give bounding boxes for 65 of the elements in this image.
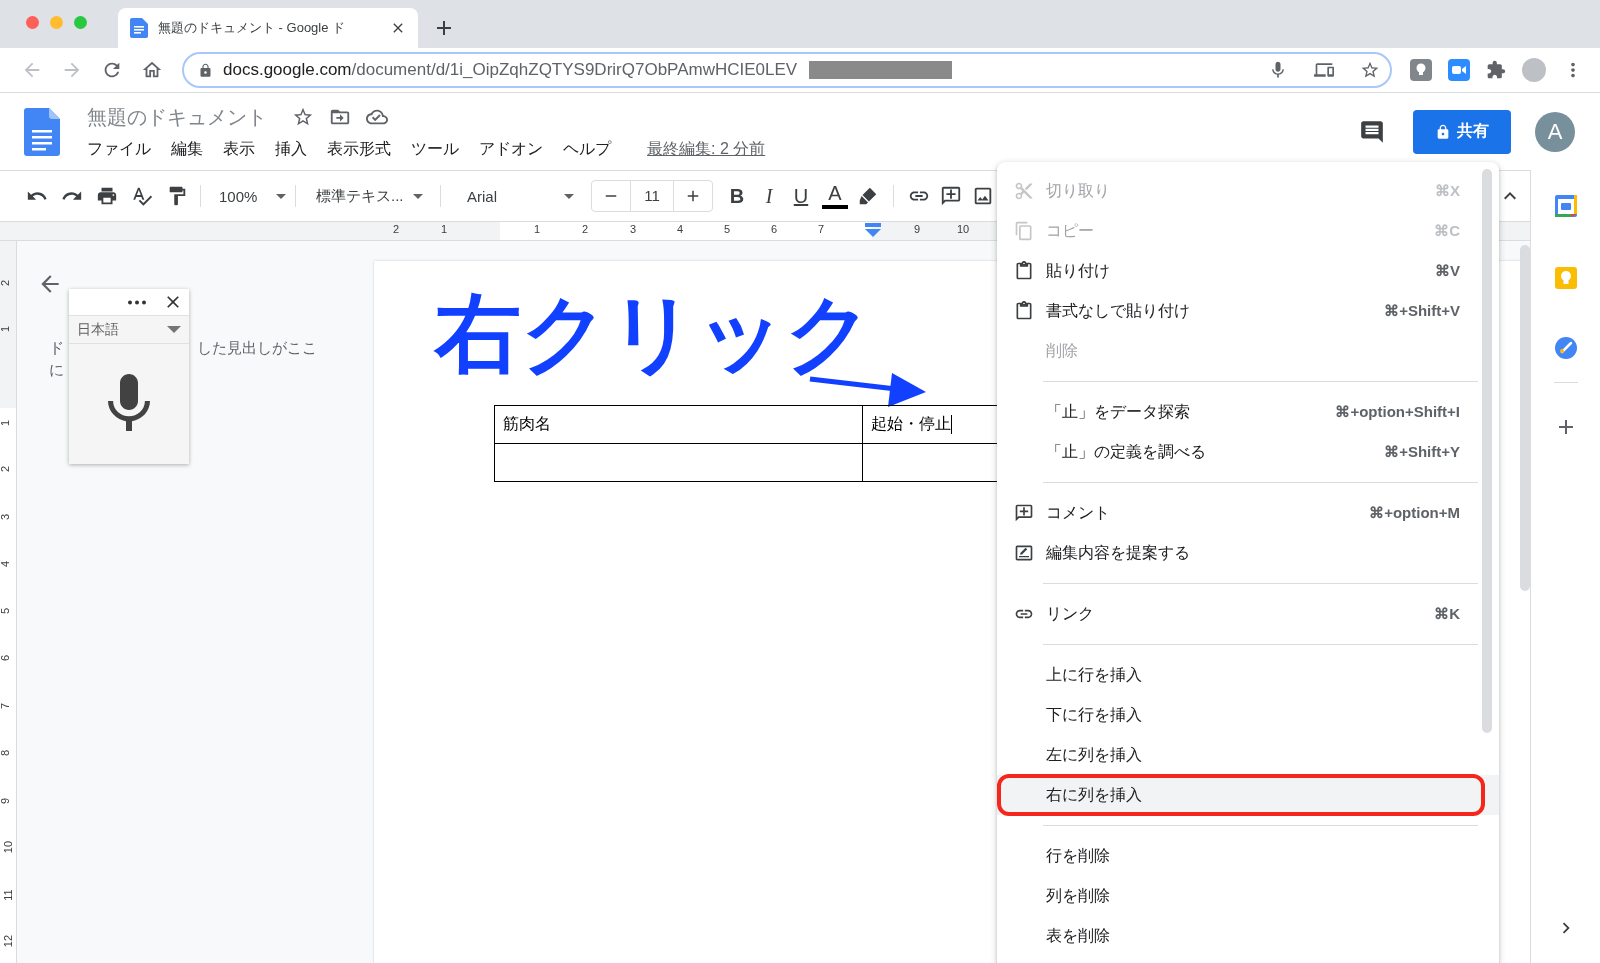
- menu-item[interactable]: 列を削除: [997, 876, 1499, 916]
- menu-item[interactable]: 行を削除: [997, 836, 1499, 876]
- menu-item[interactable]: 左に列を挿入: [997, 735, 1499, 775]
- outline-hint: に: [49, 361, 64, 378]
- last-edit-link[interactable]: 最終編集: 2 分前: [647, 138, 766, 160]
- ruler-number: 12: [2, 934, 15, 948]
- ruler-number: 4: [0, 560, 12, 568]
- url-text: docs.google.com/document/d/1i_OipZqhZQTYS9DrirQ7ObPAmwHCIE0LEV: [223, 60, 798, 80]
- menu-item[interactable]: 表示形式: [327, 136, 400, 162]
- menu-item[interactable]: 編集内容を提案する: [997, 533, 1499, 573]
- menu-item[interactable]: 下に行を挿入: [997, 695, 1499, 735]
- table-cell: 筋肉名: [494, 405, 863, 444]
- zoom-dropdown[interactable]: 100%: [215, 187, 293, 205]
- menu-item[interactable]: ツール: [411, 136, 468, 162]
- style-dropdown[interactable]: 標準テキス...: [310, 186, 438, 206]
- ruler-number: 2: [0, 279, 12, 287]
- menu-item[interactable]: 編集: [171, 136, 212, 162]
- menu-item[interactable]: 右に列を挿入: [997, 775, 1499, 815]
- ruler-number: 4: [676, 223, 684, 235]
- share-button[interactable]: 共有: [1413, 109, 1511, 154]
- ruler-number: 1: [0, 325, 12, 333]
- ruler-number: 10: [2, 840, 15, 854]
- browser-tab[interactable]: 無題のドキュメント - Google ド: [118, 8, 418, 48]
- menu-item[interactable]: コメント ⌘+option+M: [997, 493, 1499, 533]
- italic-button[interactable]: I: [757, 184, 781, 208]
- ruler-number: 1: [440, 223, 448, 235]
- ruler-number: 9: [913, 223, 921, 235]
- ruler-number: 11: [1, 889, 14, 901]
- ruler-number: 1: [0, 419, 12, 427]
- ruler-number: 6: [0, 654, 12, 662]
- menu-item[interactable]: 表示: [223, 136, 264, 162]
- address-bar[interactable]: docs.google.com/document/d/1i_OipZqhZQTYS9DrirQ7ObPAmwHCIE0LEV: [182, 52, 1392, 88]
- tab-title: 無題のドキュメント - Google ド: [158, 19, 347, 37]
- ruler-number: 2: [0, 465, 12, 473]
- bold-button[interactable]: B: [725, 184, 749, 208]
- ruler-number: 1: [533, 223, 541, 235]
- annotation-text: 右クリック: [435, 286, 873, 381]
- ruler-number: 9: [0, 797, 12, 805]
- ruler-number: 7: [817, 223, 825, 235]
- menu-item[interactable]: ヘルプ: [563, 136, 620, 162]
- ruler-number: 5: [723, 223, 731, 235]
- menu-item[interactable]: 上に行を挿入: [997, 655, 1499, 695]
- text-color-button[interactable]: A: [821, 183, 849, 209]
- ruler-number: 7: [0, 702, 12, 710]
- ruler-number: 3: [0, 513, 12, 521]
- menu-item[interactable]: リンク ⌘K: [997, 594, 1499, 634]
- menu-item[interactable]: アドオン: [479, 136, 552, 162]
- menu-item[interactable]: 書式なしで貼り付け ⌘+Shift+V: [997, 291, 1499, 331]
- menu-item[interactable]: 表を削除: [997, 916, 1499, 956]
- ruler-number: 2: [581, 223, 589, 235]
- ruler-number: 8: [0, 749, 12, 757]
- ruler-number: 5: [0, 607, 12, 615]
- outline-hint: した見出しがここ: [197, 338, 317, 358]
- outline-hint: ド: [49, 338, 64, 358]
- ruler-number: 3: [629, 223, 637, 235]
- document-title[interactable]: 無題のドキュメント: [87, 103, 267, 131]
- menu-item[interactable]: 貼り付け ⌘V: [997, 251, 1499, 291]
- ruler-number: 10: [956, 223, 970, 235]
- underline-button[interactable]: U: [789, 184, 813, 208]
- menu-item[interactable]: 挿入: [275, 136, 316, 162]
- ruler-number: 6: [770, 223, 778, 235]
- ruler-number: 2: [392, 223, 400, 235]
- menu-item[interactable]: ファイル: [87, 136, 160, 162]
- font-dropdown[interactable]: Arial: [455, 187, 579, 205]
- language-dropdown[interactable]: 日本語: [69, 316, 189, 344]
